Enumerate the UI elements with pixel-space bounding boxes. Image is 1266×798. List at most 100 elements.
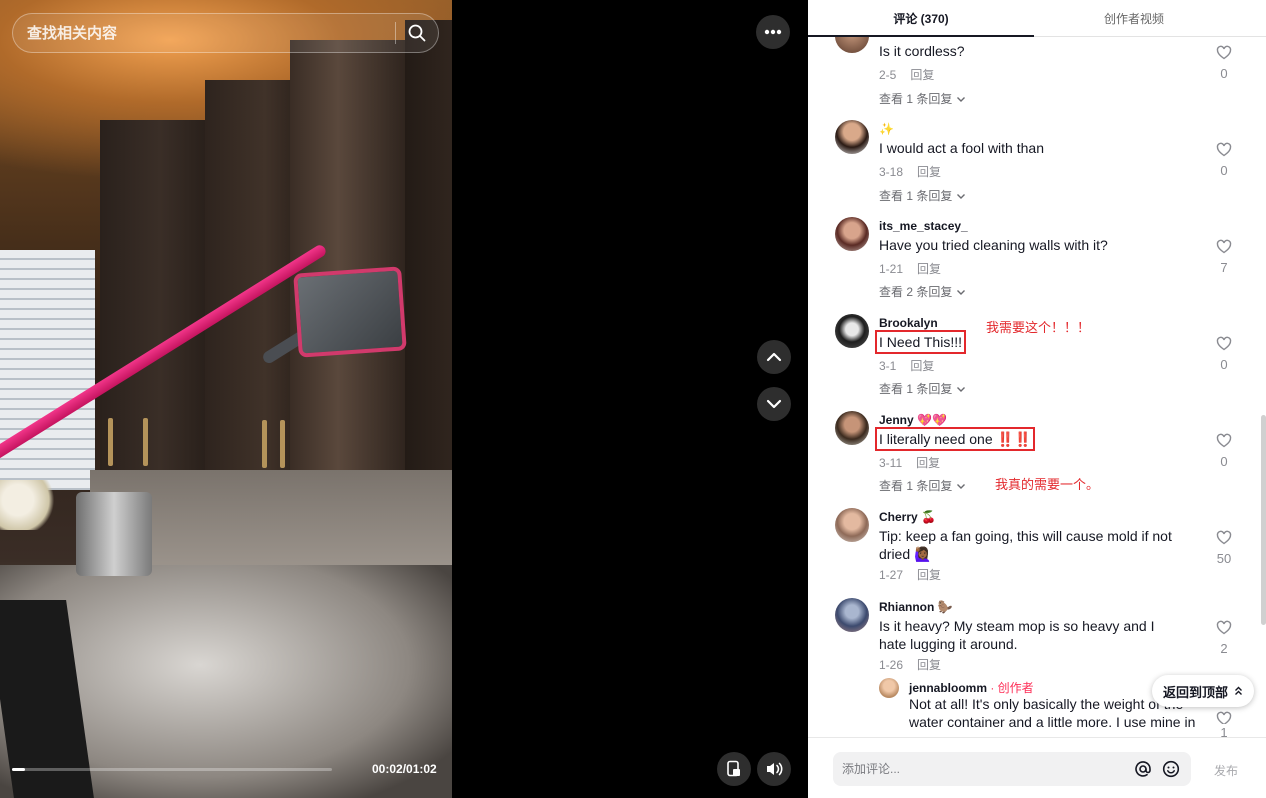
avatar[interactable] xyxy=(835,411,869,445)
like-count: 0 xyxy=(1220,357,1228,372)
search-bar xyxy=(12,13,439,53)
view-replies-label: 查看 1 条回复 xyxy=(879,479,953,493)
comment-text: Tip: keep a fan going, this will cause m… xyxy=(879,528,1172,562)
video-scene-handle xyxy=(262,420,267,468)
like-count: 0 xyxy=(1220,454,1228,469)
comment-username[interactable]: ✨ xyxy=(879,122,894,136)
comment-meta: 3-1 回复 xyxy=(879,357,934,374)
like-button[interactable]: 0 xyxy=(1209,142,1239,178)
chevron-down-small-icon xyxy=(956,484,965,489)
volume-button[interactable] xyxy=(757,752,791,786)
video-progress-fill xyxy=(12,768,25,771)
avatar[interactable] xyxy=(835,37,869,53)
comment-text: I Need This!!! xyxy=(874,330,967,354)
video-scene-handle xyxy=(280,420,285,468)
translation-annotation: 我真的需要一个。 xyxy=(995,477,1100,492)
like-button[interactable]: 0 xyxy=(1209,336,1239,372)
comment-composer: 发布 xyxy=(808,737,1266,798)
avatar[interactable] xyxy=(835,314,869,348)
comment-input[interactable] xyxy=(833,762,1129,776)
more-icon xyxy=(764,29,782,35)
comment-username[interactable]: Brookalyn xyxy=(879,316,938,330)
avatar[interactable] xyxy=(879,678,899,698)
avatar[interactable] xyxy=(835,598,869,632)
like-count: 7 xyxy=(1220,260,1228,275)
at-icon xyxy=(1135,761,1151,777)
reply-button[interactable]: 回复 xyxy=(917,568,941,582)
video-scene-appliance xyxy=(76,492,152,576)
comment-meta: 3-11 回复 xyxy=(879,454,940,471)
avatar[interactable] xyxy=(835,217,869,251)
like-button[interactable]: 0 xyxy=(1209,45,1239,81)
comments-scrollbar[interactable] xyxy=(1261,415,1266,625)
chevron-up-small-icon xyxy=(1235,686,1242,695)
next-video-button[interactable] xyxy=(757,387,791,421)
view-replies-button[interactable]: 查看 1 条回复 xyxy=(879,477,966,494)
video-progress-bar[interactable] xyxy=(12,768,332,771)
comment-date: 3-18 xyxy=(879,165,904,179)
chevron-down-small-icon xyxy=(956,290,965,295)
chevron-down-small-icon xyxy=(956,387,965,392)
comment-text-highlighted: I Need This!!! xyxy=(874,330,967,354)
post-comment-button[interactable]: 发布 xyxy=(1214,762,1238,779)
video-scene-mop-head xyxy=(293,266,407,358)
avatar[interactable] xyxy=(835,120,869,154)
tab-comments[interactable]: 评论 (370) xyxy=(808,0,1034,37)
comment-meta: 1-26 回复 xyxy=(879,656,941,673)
comment-text: Is it heavy? My steam mop is so heavy an… xyxy=(879,618,1155,652)
comment-meta: 1-21 回复 xyxy=(879,260,941,277)
like-button[interactable]: 1 xyxy=(1209,711,1239,737)
reply-username[interactable]: jennabloomm xyxy=(909,681,987,695)
view-replies-button[interactable]: 查看 1 条回复 xyxy=(879,90,966,107)
panel-tabs: 评论 (370) 创作者视频 xyxy=(808,0,1266,37)
comment-username[interactable]: Rhiannon 🦫 xyxy=(879,600,953,614)
view-replies-button[interactable]: 查看 1 条回复 xyxy=(879,380,966,397)
search-icon xyxy=(408,24,426,42)
view-replies-label: 查看 1 条回复 xyxy=(879,189,953,203)
reply-button[interactable]: 回复 xyxy=(910,68,934,82)
like-button[interactable]: 7 xyxy=(1209,239,1239,275)
like-button[interactable]: 50 xyxy=(1209,530,1239,566)
heart-icon xyxy=(1216,620,1232,635)
view-replies-label: 查看 1 条回复 xyxy=(879,382,953,396)
search-button[interactable] xyxy=(396,14,438,52)
heart-icon-wrap xyxy=(1209,711,1239,724)
like-count: 0 xyxy=(1220,163,1228,178)
comment-date: 3-1 xyxy=(879,359,897,373)
heart-icon xyxy=(1216,433,1232,448)
tab-creator-videos[interactable]: 创作者视频 xyxy=(1034,0,1234,37)
reply-button[interactable]: 回复 xyxy=(910,359,934,373)
comment-text: I would act a fool with than xyxy=(879,140,1044,156)
comment-date: 3-11 xyxy=(879,456,903,470)
volume-icon xyxy=(767,762,783,776)
more-options-button[interactable] xyxy=(756,15,790,49)
emoji-icon xyxy=(1162,760,1180,778)
picture-in-picture-button[interactable] xyxy=(717,752,751,786)
video-player[interactable]: 00:02/01:02 xyxy=(0,0,452,798)
app: 00:02/01:02 评论 (370) 创作者视频 Is it cordles… xyxy=(0,0,1266,798)
mention-button[interactable] xyxy=(1129,755,1157,783)
search-input[interactable] xyxy=(13,14,395,52)
reply-button[interactable]: 回复 xyxy=(916,456,940,470)
comment-item: Cherry 🍒 Tip: keep a fan going, this wil… xyxy=(808,508,1266,593)
like-button[interactable]: 2 xyxy=(1209,620,1239,656)
comment-username[interactable]: its_me_stacey_ xyxy=(879,219,968,233)
view-replies-button[interactable]: 查看 1 条回复 xyxy=(879,187,966,204)
comment-username[interactable]: Jenny 💖💖 xyxy=(879,413,947,427)
chevron-down-icon xyxy=(766,399,782,409)
previous-video-button[interactable] xyxy=(757,340,791,374)
like-button[interactable]: 0 xyxy=(1209,433,1239,469)
reply-button[interactable]: 回复 xyxy=(917,658,941,672)
comment-username[interactable]: Cherry 🍒 xyxy=(879,510,936,524)
chevron-up-icon xyxy=(766,352,782,362)
reply-button[interactable]: 回复 xyxy=(917,165,941,179)
comment-text: Is it cordless? xyxy=(879,43,965,59)
view-replies-button[interactable]: 查看 2 条回复 xyxy=(879,283,966,300)
reply-button[interactable]: 回复 xyxy=(917,262,941,276)
comment-date: 1-27 xyxy=(879,568,904,582)
comment-list[interactable]: Is it cordless? 2-5 回复 查看 1 条回复 0 ✨ I wou… xyxy=(808,37,1266,737)
emoji-button[interactable] xyxy=(1157,755,1185,783)
back-to-top-button[interactable]: 返回到顶部 xyxy=(1152,675,1254,707)
chevron-down-small-icon xyxy=(956,97,965,102)
avatar[interactable] xyxy=(835,508,869,542)
